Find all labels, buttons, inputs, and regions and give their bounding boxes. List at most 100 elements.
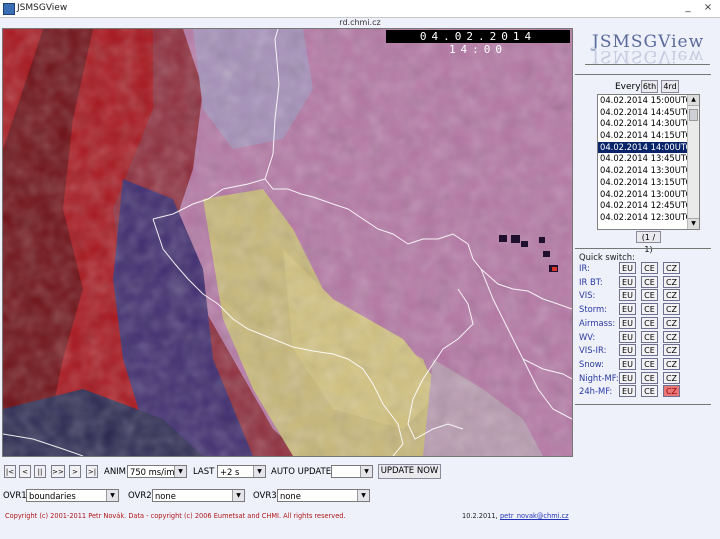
- quick-switch-button-eu[interactable]: EU: [619, 357, 636, 370]
- quick-switch-button-cz[interactable]: CZ: [663, 385, 680, 398]
- quick-switch-button-ce[interactable]: CE: [641, 303, 658, 316]
- chevron-down-icon: ▼: [106, 490, 118, 501]
- auto-update-select[interactable]: ▼: [331, 465, 373, 478]
- chevron-down-icon: ▼: [174, 466, 186, 477]
- quick-switch-label-9: 24h-MF:: [579, 386, 613, 397]
- ovr1-label: OVR1: [3, 491, 27, 501]
- timestamp-display: 04.02.2014 14:00: [386, 30, 570, 56]
- quick-switch-button-ce[interactable]: CE: [641, 316, 658, 329]
- time-list-item[interactable]: 04.02.2014 13:15UTC: [598, 177, 689, 189]
- quick-switch-button-eu[interactable]: EU: [619, 371, 636, 384]
- quick-switch-button-eu[interactable]: EU: [619, 385, 636, 398]
- quick-switch-row: Airmass: EU CE CZ: [579, 316, 699, 331]
- ovr2-label: OVR2: [128, 491, 152, 501]
- satellite-image[interactable]: [2, 28, 573, 457]
- quick-switch-button-ce[interactable]: CE: [641, 289, 658, 302]
- next-frame-button[interactable]: >: [69, 465, 81, 478]
- quick-switch-button-eu[interactable]: EU: [619, 316, 636, 329]
- time-list-item[interactable]: 04.02.2014 12:30UTC: [598, 212, 689, 224]
- close-button[interactable]: ×: [700, 1, 716, 15]
- quick-switch-button-cz[interactable]: CZ: [663, 275, 680, 288]
- quick-switch-row: VIS-IR: EU CE CZ: [579, 344, 699, 358]
- quick-switch-row: 24h-MF: EU CE CZ: [579, 385, 699, 399]
- quick-switch-button-cz[interactable]: CZ: [663, 289, 680, 302]
- quick-switch-button-ce[interactable]: CE: [641, 330, 658, 343]
- update-now-button[interactable]: UPDATE NOW: [378, 464, 441, 479]
- quick-switch-row: WV: EU CE CZ: [579, 330, 699, 345]
- quick-switch-row: IR: EU CE CZ: [579, 262, 699, 276]
- quick-switch-button-eu[interactable]: EU: [619, 330, 636, 343]
- chevron-down-icon: ▼: [357, 490, 369, 501]
- ovr2-select-value: none: [155, 491, 176, 501]
- quick-switch-row: Night-MF: EU CE CZ: [579, 371, 699, 386]
- divider: [575, 74, 711, 75]
- window-title: JSMSGView: [17, 3, 68, 13]
- time-list-item[interactable]: 04.02.2014 13:45UTC: [598, 153, 689, 165]
- quick-switch-label: Quick switch:: [579, 252, 635, 262]
- last-select[interactable]: +2 s ▼: [217, 465, 266, 478]
- time-list-scrollbar[interactable]: ▲ ▼: [687, 95, 699, 229]
- app-logo-reflection: JSMSGView: [592, 46, 705, 66]
- quick-switch-button-ce[interactable]: CE: [641, 385, 658, 398]
- time-list-item[interactable]: 04.02.2014 13:30UTC: [598, 165, 689, 177]
- quick-switch-button-eu[interactable]: EU: [619, 289, 636, 302]
- time-list-item[interactable]: 04.02.2014 14:45UTC: [598, 107, 689, 119]
- time-list-item[interactable]: 04.02.2014 14:00UTC: [598, 141, 689, 154]
- quick-switch-row: Snow: EU CE CZ: [579, 357, 699, 372]
- scrollbar-thumb[interactable]: [689, 109, 698, 121]
- author-email-link[interactable]: petr_novak@chmi.cz: [500, 512, 569, 520]
- quick-switch-row: IR BT: EU CE CZ: [579, 275, 699, 290]
- quick-switch-button-cz[interactable]: CZ: [663, 371, 680, 384]
- ovr1-select[interactable]: boundaries ▼: [26, 489, 119, 502]
- footer-date: 10.2.2011,: [462, 512, 498, 520]
- quick-switch-button-ce[interactable]: CE: [641, 344, 658, 357]
- quick-switch-row: Storm: EU CE CZ: [579, 303, 699, 317]
- quick-switch-button-cz[interactable]: CZ: [663, 316, 680, 329]
- divider: [575, 248, 711, 249]
- page-indicator[interactable]: (1 / 1): [636, 231, 661, 254]
- quick-switch-row: VIS: EU CE CZ: [579, 289, 699, 303]
- quick-switch-button-cz[interactable]: CZ: [663, 262, 680, 274]
- time-list-item[interactable]: 04.02.2014 12:45UTC: [598, 200, 689, 212]
- ovr1-select-value: boundaries: [29, 491, 76, 501]
- time-list[interactable]: 04.02.2014 15:00UTC 04.02.2014 14:45UTC 04…: [597, 94, 700, 230]
- anim-select[interactable]: 750 ms/img ▼: [127, 465, 187, 478]
- copyright-text: Copyright (c) 2001-2011 Petr Novák. Data…: [5, 512, 346, 520]
- every-4rd-button[interactable]: 4rd: [661, 80, 679, 93]
- quick-switch-button-cz[interactable]: CZ: [663, 357, 680, 370]
- every-6th-button[interactable]: 6th: [641, 80, 658, 93]
- last-select-value: +2 s: [220, 467, 240, 477]
- pause-button[interactable]: ||: [34, 465, 46, 478]
- quick-switch-button-cz[interactable]: CZ: [663, 344, 680, 357]
- minimize-button[interactable]: _: [680, 1, 696, 15]
- quick-switch-button-eu[interactable]: EU: [619, 275, 636, 288]
- quick-switch-label-4: Airmass:: [579, 317, 616, 328]
- prev-frame-button[interactable]: <: [19, 465, 31, 478]
- anim-label: ANIM: [104, 467, 127, 477]
- quick-switch-button-ce[interactable]: CE: [641, 371, 658, 384]
- every-label: Every: [615, 82, 641, 92]
- quick-switch-label-0: IR:: [579, 263, 590, 273]
- quick-switch-button-ce[interactable]: CE: [641, 262, 658, 274]
- quick-switch-label-2: VIS:: [579, 290, 596, 301]
- play-button[interactable]: >>: [51, 465, 65, 478]
- quick-switch-button-cz[interactable]: CZ: [663, 330, 680, 343]
- quick-switch-button-ce[interactable]: CE: [641, 275, 658, 288]
- time-list-item[interactable]: 04.02.2014 14:30UTC: [598, 118, 689, 130]
- first-frame-button[interactable]: |<: [4, 465, 16, 478]
- time-list-item[interactable]: 04.02.2014 14:15UTC: [598, 130, 689, 142]
- time-list-item[interactable]: 04.02.2014 13:00UTC: [598, 189, 689, 201]
- quick-switch-button-eu[interactable]: EU: [619, 303, 636, 316]
- quick-switch-button-eu[interactable]: EU: [619, 344, 636, 357]
- quick-switch-label-1: IR BT:: [579, 276, 603, 287]
- ovr2-select[interactable]: none ▼: [152, 489, 245, 502]
- quick-switch-button-cz[interactable]: CZ: [663, 303, 680, 316]
- quick-switch-button-eu[interactable]: EU: [619, 262, 636, 274]
- scroll-up-icon[interactable]: ▲: [688, 95, 699, 106]
- quick-switch-button-ce[interactable]: CE: [641, 357, 658, 370]
- last-frame-button[interactable]: >|: [86, 465, 98, 478]
- time-list-item[interactable]: 04.02.2014 15:00UTC: [598, 95, 689, 107]
- scroll-down-icon[interactable]: ▼: [688, 218, 699, 229]
- app-icon: [3, 3, 15, 15]
- ovr3-select[interactable]: none ▼: [277, 489, 370, 502]
